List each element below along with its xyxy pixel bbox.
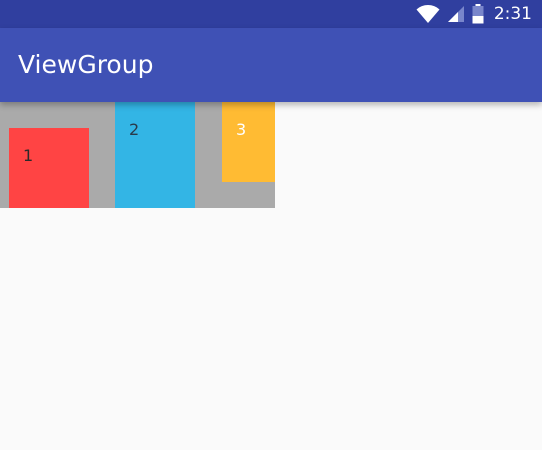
child-view-1-label: 1 [23,146,34,165]
child-view-1: 1 [9,128,89,208]
wifi-icon [416,4,440,24]
battery-icon [472,4,484,24]
cell-signal-icon [447,5,465,23]
status-time: 2:31 [493,4,532,24]
child-view-2-label: 2 [129,120,140,139]
child-view-3-label: 3 [236,120,247,139]
child-view-2: 2 [115,102,195,208]
child-view-3: 3 [222,102,275,182]
content-area: 1 2 3 [0,102,542,450]
page-title: ViewGroup [18,50,154,79]
app-screen: 2:31 ViewGroup 1 2 3 [0,0,542,450]
view-group-container: 1 2 3 [0,102,275,208]
app-toolbar: ViewGroup [0,28,542,102]
status-icons: 2:31 [416,2,532,26]
status-bar: 2:31 [0,0,542,28]
